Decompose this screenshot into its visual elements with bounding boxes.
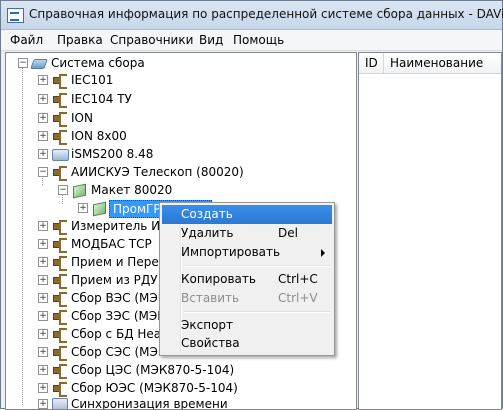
expand-icon[interactable]: + — [38, 347, 48, 357]
menu-edit[interactable]: Правка — [57, 33, 103, 47]
menu-bar: Файл Правка Справочники Вид Помощь — [1, 30, 502, 51]
collapse-icon[interactable]: − — [58, 185, 68, 195]
menu-item-shortcut: Ctrl+C — [278, 272, 318, 286]
expand-icon[interactable]: + — [38, 257, 48, 267]
clock-icon — [52, 398, 68, 409]
menu-help[interactable]: Помощь — [233, 33, 284, 47]
connector-icon — [52, 363, 67, 379]
menu-item-properties[interactable]: Свойства — [162, 334, 332, 353]
tree-node[interactable]: + IEC101 — [6, 70, 356, 90]
tree-node[interactable]: + Синхронизация времени — [6, 394, 356, 410]
context-menu: Создать Удалить Del Импортировать Копиро… — [159, 202, 335, 356]
menu-item-label: Вставить — [181, 291, 240, 305]
app-window: Справочная информация по распределенной … — [0, 0, 503, 410]
title-bar[interactable]: Справочная информация по распределенной … — [1, 1, 503, 30]
menu-item-label: Импортировать — [181, 245, 281, 259]
tree-node-label: IEC101 — [71, 73, 114, 87]
expand-icon[interactable]: + — [78, 203, 88, 213]
menu-item-export[interactable]: Экспорт — [162, 316, 332, 335]
tree-node-label: ION 8x00 — [71, 129, 127, 143]
menu-item-create[interactable]: Создать — [162, 205, 332, 224]
collapse-icon[interactable]: − — [18, 58, 28, 68]
tree-node-label: Сбор ЦЭС (МЭК870-5-104) — [71, 363, 235, 377]
menu-item-import[interactable]: Импортировать — [162, 243, 332, 262]
tree-node-label: АИИСКУЭ Телескоп (80020) — [71, 165, 244, 179]
expand-icon[interactable]: + — [38, 239, 48, 249]
expand-icon[interactable]: + — [38, 94, 48, 104]
menu-item-paste[interactable]: Вставить Ctrl+V — [162, 289, 332, 308]
tree-node-label: Сбор с БД HeatP — [71, 327, 174, 341]
menu-separator — [184, 265, 330, 267]
network-icon — [30, 59, 48, 69]
tree-node[interactable]: + ION — [6, 108, 356, 128]
menu-item-label: Свойства — [181, 336, 240, 350]
tree-node[interactable]: − Макет 80020 — [6, 180, 356, 200]
menu-view[interactable]: Вид — [199, 33, 223, 47]
connector-icon — [52, 327, 67, 343]
expand-icon[interactable]: + — [38, 329, 48, 339]
tree-node-label: Макет 80020 — [91, 183, 173, 197]
menu-separator — [184, 311, 330, 313]
menu-file[interactable]: Файл — [10, 33, 43, 47]
cube-icon — [93, 201, 106, 217]
tree-node-label: IEC104 ТУ — [71, 92, 132, 106]
column-divider[interactable] — [383, 53, 384, 73]
expand-icon[interactable]: + — [38, 113, 48, 123]
column-header-id[interactable]: ID — [365, 56, 378, 70]
expand-icon[interactable]: + — [38, 221, 48, 231]
connector-icon — [52, 165, 67, 181]
window-title: Справочная информация по распределенной … — [29, 7, 503, 21]
connector-icon — [52, 73, 67, 89]
connector-icon — [52, 273, 67, 289]
tree-node[interactable]: + iSMS200 8.48 — [6, 144, 356, 164]
submenu-arrow-icon — [321, 249, 325, 257]
menu-item-label: Удалить — [181, 226, 234, 240]
connector-icon — [52, 381, 67, 397]
expand-icon[interactable]: + — [38, 311, 48, 321]
details-list[interactable]: ID Наименование — [358, 52, 502, 410]
tree-node-label: МОДБАС ТСР — [71, 237, 152, 251]
expand-icon[interactable]: + — [38, 399, 48, 409]
tree-node[interactable]: + ION 8x00 — [6, 126, 356, 146]
cube-icon — [73, 183, 86, 199]
menu-item-label: Создать — [181, 207, 233, 221]
tree-node-label: Синхронизация времени — [71, 397, 228, 410]
expand-icon[interactable]: + — [38, 131, 48, 141]
expand-icon[interactable]: + — [38, 275, 48, 285]
connector-icon — [52, 129, 67, 145]
connector-icon — [52, 111, 67, 127]
connector-icon — [52, 291, 67, 307]
tree-node[interactable]: − АИИСКУЭ Телескоп (80020) — [6, 162, 356, 182]
expand-icon[interactable]: + — [38, 149, 48, 159]
list-header: ID Наименование — [359, 53, 501, 74]
connector-icon — [52, 92, 67, 108]
expand-icon[interactable]: + — [38, 383, 48, 393]
connector-icon — [52, 255, 67, 271]
tree-node[interactable]: + Сбор ЦЭС (МЭК870-5-104) — [6, 360, 356, 380]
connector-icon — [52, 237, 67, 253]
collapse-icon[interactable]: − — [38, 167, 48, 177]
connector-icon — [52, 345, 67, 361]
menu-item-shortcut: Del — [278, 226, 298, 240]
connector-icon — [52, 309, 67, 325]
tree-node[interactable]: + IEC104 ТУ — [6, 89, 356, 109]
expand-icon[interactable]: + — [38, 293, 48, 303]
column-header-name[interactable]: Наименование — [390, 56, 483, 70]
menu-item-label: Экспорт — [181, 318, 234, 332]
modem-icon — [52, 149, 69, 161]
menu-item-copy[interactable]: Копировать Ctrl+C — [162, 270, 332, 289]
menu-item-shortcut: Ctrl+V — [278, 291, 318, 305]
expand-icon[interactable]: + — [38, 365, 48, 375]
menu-item-label: Копировать — [181, 272, 256, 286]
tree-node-label: ION — [71, 111, 93, 125]
tree-node-label: iSMS200 8.48 — [71, 147, 154, 161]
connector-icon — [52, 219, 67, 235]
menu-directories[interactable]: Справочники — [110, 33, 193, 47]
app-icon — [7, 8, 24, 23]
menu-item-delete[interactable]: Удалить Del — [162, 224, 332, 243]
expand-icon[interactable]: + — [38, 75, 48, 85]
